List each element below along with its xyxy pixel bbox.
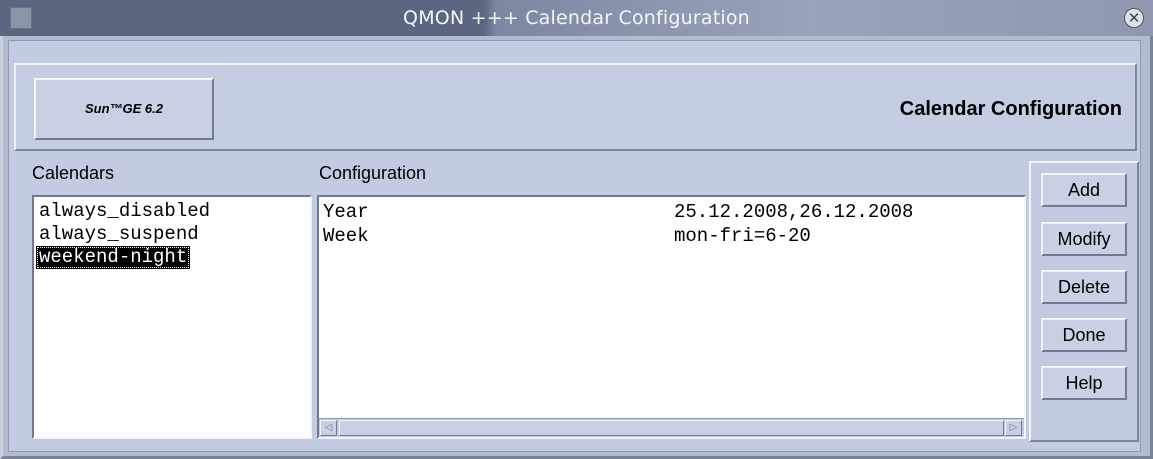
config-value-cell: mon-fri=6-20 xyxy=(674,225,811,247)
configuration-table[interactable]: Year 25.12.2008,26.12.2008 Week mon-fri=… xyxy=(317,195,1026,439)
page-title: Calendar Configuration xyxy=(899,98,1122,120)
config-value-cell: 25.12.2008,26.12.2008 xyxy=(674,201,914,223)
horizontal-scrollbar[interactable]: ◁ ▷ xyxy=(319,418,1024,437)
calendars-label: Calendars xyxy=(32,163,115,183)
list-item[interactable]: always_disabled xyxy=(36,200,213,223)
list-item[interactable]: always_suspend xyxy=(36,223,202,246)
close-icon[interactable]: ✕ xyxy=(1124,8,1144,28)
scroll-left-arrow-icon[interactable]: ◁ xyxy=(320,420,337,436)
modify-button[interactable]: Modify xyxy=(1041,222,1127,256)
window-title: QMON +++ Calendar Configuration xyxy=(403,7,750,29)
scroll-right-arrow-icon[interactable]: ▷ xyxy=(1005,420,1022,436)
help-button[interactable]: Help xyxy=(1041,366,1127,400)
delete-button[interactable]: Delete xyxy=(1041,270,1127,304)
calendars-list[interactable]: always_disabled always_suspend weekend-n… xyxy=(32,195,312,439)
config-key-cell: Year xyxy=(323,201,369,223)
scrollbar-thumb[interactable] xyxy=(339,420,1004,436)
title-bar[interactable]: QMON +++ Calendar Configuration ✕ xyxy=(0,0,1153,36)
list-item-selected[interactable]: weekend-night xyxy=(36,246,191,269)
config-key-cell: Week xyxy=(323,225,369,247)
configuration-label: Configuration xyxy=(319,163,427,183)
product-logo-button[interactable]: Sun™GE 6.2 xyxy=(34,78,214,140)
add-button[interactable]: Add xyxy=(1041,173,1127,207)
done-button[interactable]: Done xyxy=(1041,318,1127,352)
